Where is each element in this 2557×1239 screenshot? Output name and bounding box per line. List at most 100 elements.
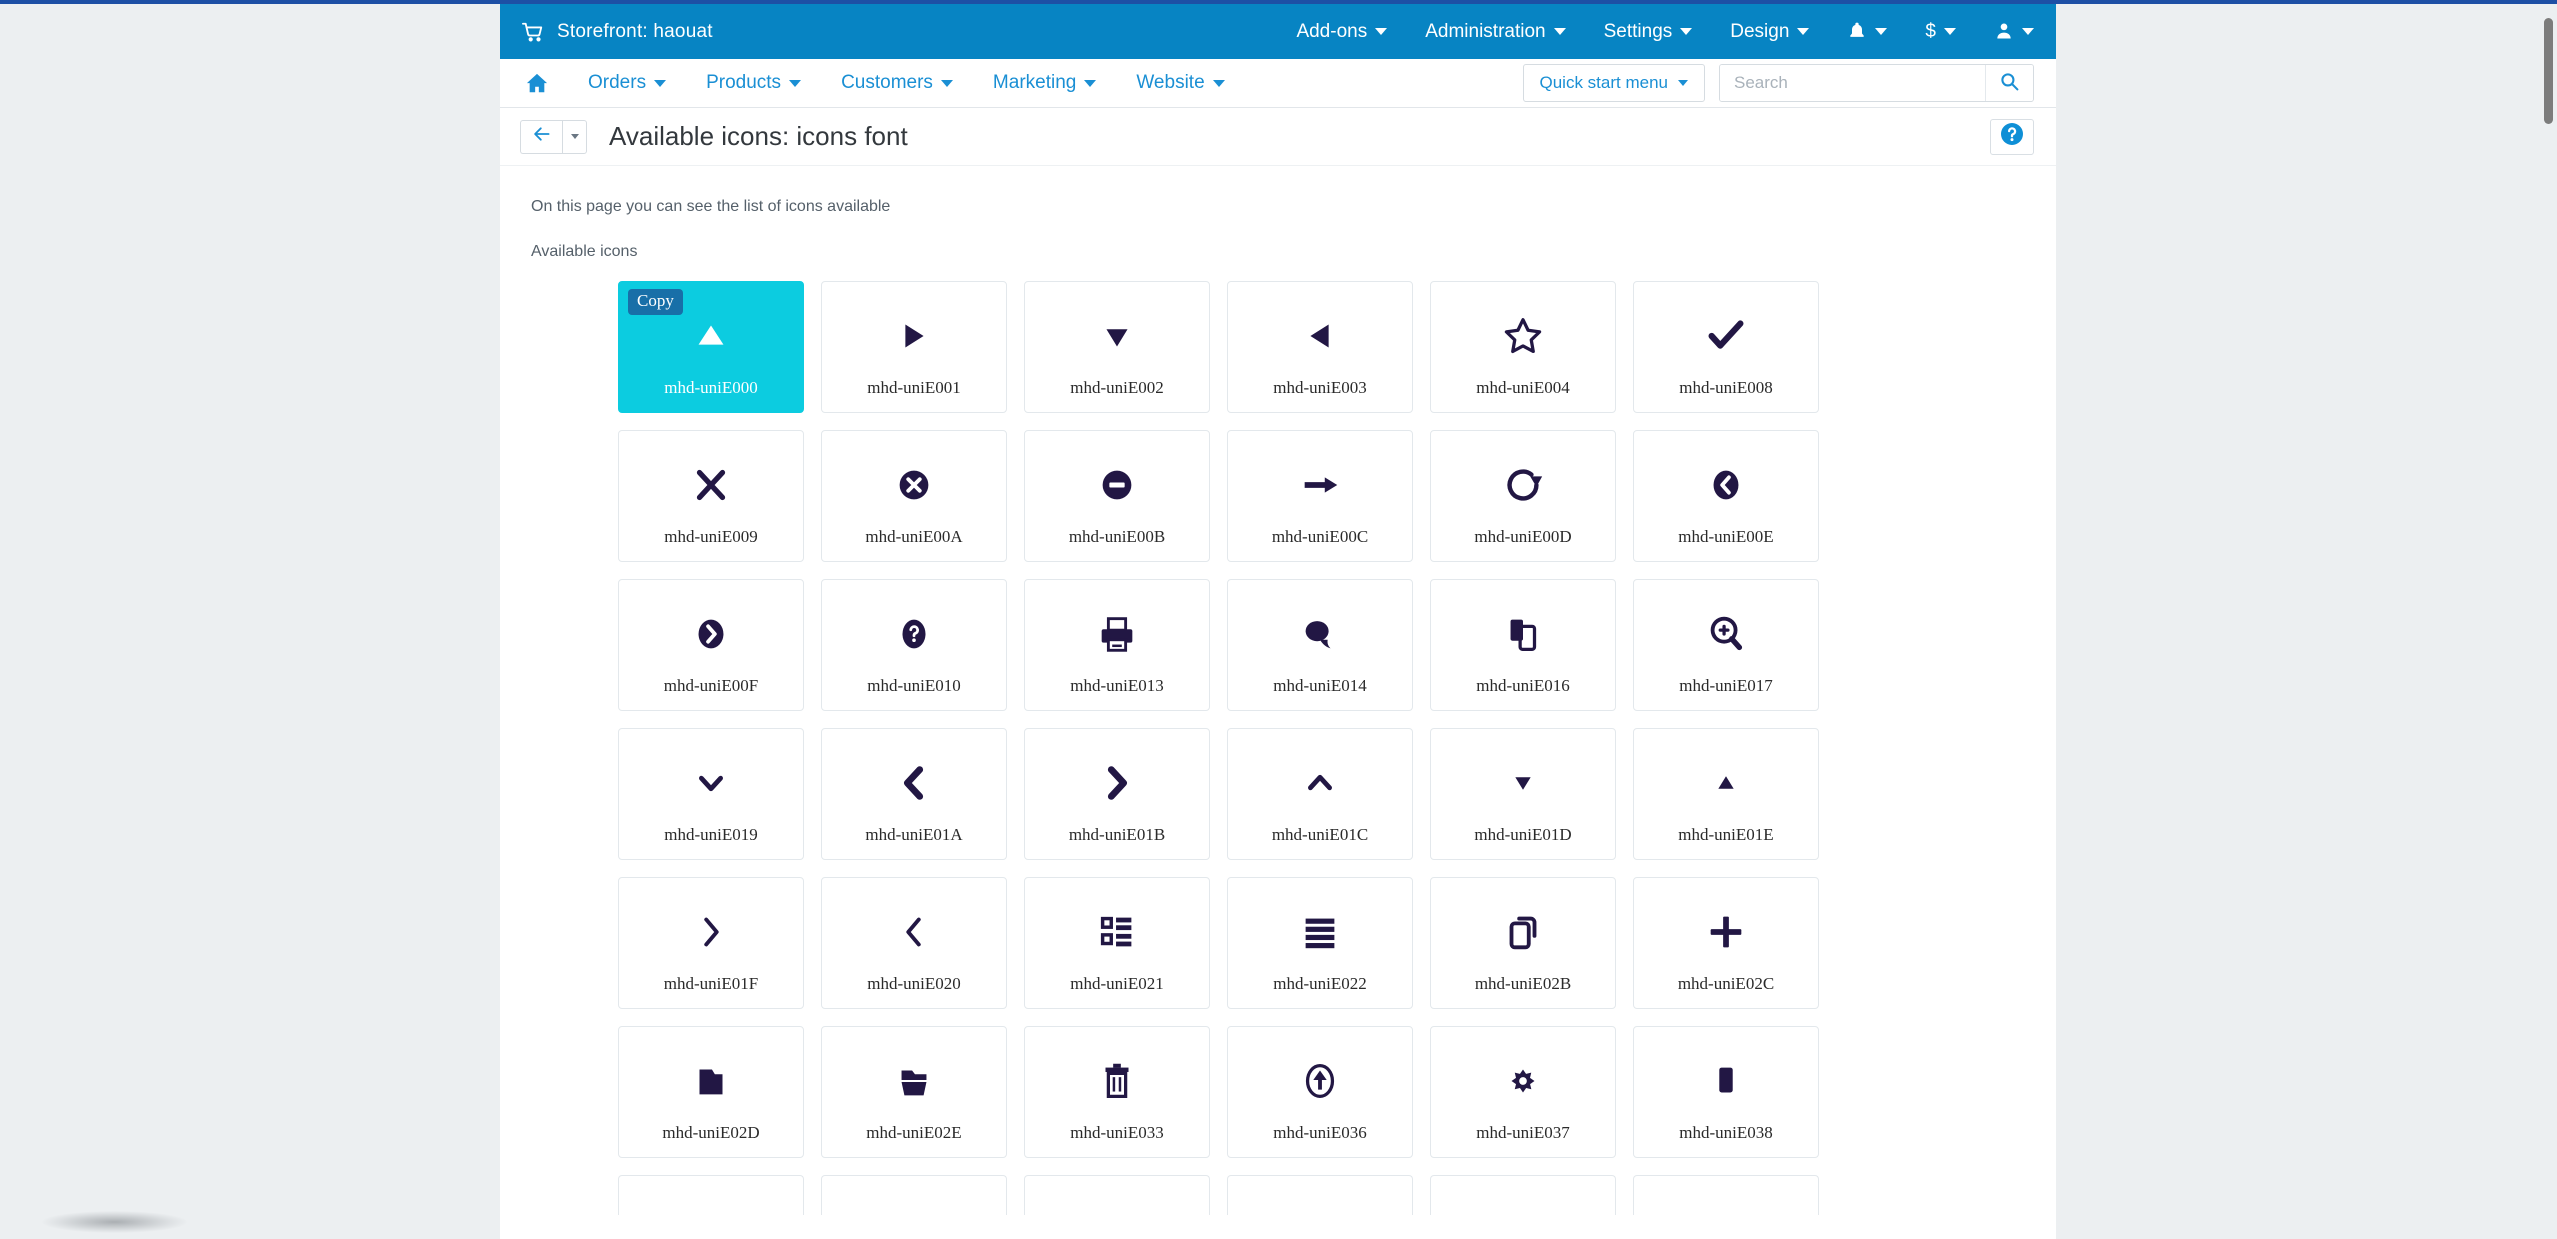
- icon-label: mhd-uniE002: [1070, 378, 1164, 397]
- topbar-menu-design-label: Design: [1730, 20, 1790, 42]
- icon-label: mhd-uniE019: [664, 825, 758, 844]
- icon-cell-mhd-uniE014[interactable]: mhd-uniE014: [1227, 579, 1413, 711]
- icon-cell-mhd-uniE01C[interactable]: mhd-uniE01C: [1227, 728, 1413, 860]
- icon-cell-mhd-uniE022[interactable]: mhd-uniE022: [1227, 877, 1413, 1009]
- icon-cell-mhd-uniE001[interactable]: mhd-uniE001: [821, 281, 1007, 413]
- icon-cell-mhd-uniE021[interactable]: mhd-uniE021: [1024, 877, 1210, 1009]
- currency-menu[interactable]: $: [1925, 21, 1956, 43]
- back-dropdown-button[interactable]: [562, 119, 587, 154]
- icon-cell-mhd-uniE033[interactable]: mhd-uniE033: [1024, 1026, 1210, 1158]
- icon-cell-mhd-uniE01E[interactable]: mhd-uniE01E: [1633, 728, 1819, 860]
- icon-cell-mhd-uniE019[interactable]: mhd-uniE019: [618, 728, 804, 860]
- topbar-menu-administration-label: Administration: [1425, 20, 1546, 42]
- icon-cell-mhd-uniE02C[interactable]: mhd-uniE02C: [1633, 877, 1819, 1009]
- icon-cell-mhd-uniE004[interactable]: mhd-uniE004: [1430, 281, 1616, 413]
- chevron-up-icon: [1228, 757, 1412, 809]
- icon-cell-mhd-uniE00D[interactable]: mhd-uniE00D: [1430, 430, 1616, 562]
- icon-cell-mhd-uniE01D[interactable]: mhd-uniE01D: [1430, 728, 1616, 860]
- icon-cell-mhd-uniE003[interactable]: mhd-uniE003: [1227, 281, 1413, 413]
- nav-item-website[interactable]: Website: [1136, 72, 1225, 94]
- icon-cell-mhd-uniE020[interactable]: mhd-uniE020: [821, 877, 1007, 1009]
- icon-cell-mhd-uniE013[interactable]: mhd-uniE013: [1024, 579, 1210, 711]
- icon-cell-mhd-uniE008[interactable]: mhd-uniE008: [1633, 281, 1819, 413]
- bell-icon: [1847, 21, 1867, 43]
- icon-cell-mhd-uniE00F[interactable]: mhd-uniE00F: [618, 579, 804, 711]
- user-account-menu[interactable]: [1994, 21, 2034, 43]
- icon-label: mhd-uniE01E: [1678, 825, 1774, 844]
- icon-cell-mhd-uniE00E[interactable]: mhd-uniE00E: [1633, 430, 1819, 562]
- chevron-down-icon: [1212, 79, 1225, 87]
- nav-item-customers[interactable]: Customers: [841, 72, 953, 94]
- nav-item-products-label: Products: [706, 72, 782, 93]
- copy-pages-icon: [1431, 608, 1615, 660]
- icon-cell-mhd-uniE037[interactable]: mhd-uniE037: [1430, 1026, 1616, 1158]
- topbar-menu-addons[interactable]: Add-ons: [1296, 20, 1388, 43]
- help-button[interactable]: [1990, 118, 2034, 155]
- nav-item-orders[interactable]: Orders: [588, 72, 667, 94]
- chevron-down-icon: [1680, 28, 1693, 35]
- star-outline-icon: [1431, 310, 1615, 362]
- home-icon[interactable]: [526, 73, 548, 93]
- icon-label: mhd-uniE001: [867, 378, 961, 397]
- nav-item-marketing[interactable]: Marketing: [993, 72, 1097, 94]
- icon-cell[interactable]: [1227, 1175, 1413, 1215]
- gear-icon: [1431, 1055, 1615, 1107]
- chevron-down-icon: [1875, 28, 1888, 35]
- icon-cell[interactable]: [1024, 1175, 1210, 1215]
- icon-cell-mhd-uniE02D[interactable]: mhd-uniE02D: [618, 1026, 804, 1158]
- icon-cell-mhd-uniE009[interactable]: mhd-uniE009: [618, 430, 804, 562]
- zoom-in-icon: [1634, 608, 1818, 660]
- topbar-menu-settings[interactable]: Settings: [1604, 21, 1693, 43]
- icon-label: mhd-uniE036: [1273, 1123, 1367, 1142]
- search-button[interactable]: [1985, 65, 2033, 101]
- topbar-menu-design[interactable]: Design: [1730, 20, 1810, 43]
- icon-grid: Copy mhd-uniE000 mhd-uniE001 mhd-uniE002 mhd…: [528, 281, 2016, 1158]
- page-title: Available icons: icons font: [609, 121, 908, 151]
- currency-label: $: [1925, 20, 1936, 42]
- icon-cell-mhd-uniE01F[interactable]: mhd-uniE01F: [618, 877, 804, 1009]
- icon-label: mhd-uniE00A: [865, 527, 963, 546]
- icon-cell[interactable]: [1430, 1175, 1616, 1215]
- topbar-menu-administration[interactable]: Administration: [1425, 20, 1566, 43]
- folder-open-icon: [822, 1055, 1006, 1107]
- nav-item-website-label: Website: [1136, 72, 1205, 93]
- storefront-link[interactable]: Storefront: haouat: [522, 21, 713, 43]
- search-input[interactable]: [1720, 65, 1985, 101]
- quick-start-menu-button[interactable]: Quick start menu: [1522, 64, 1705, 102]
- icon-label: mhd-uniE00E: [1678, 527, 1774, 546]
- icon-cell-mhd-uniE000[interactable]: Copy mhd-uniE000: [618, 281, 804, 413]
- icon-cell[interactable]: [618, 1175, 804, 1215]
- icon-cell-mhd-uniE02B[interactable]: mhd-uniE02B: [1430, 877, 1616, 1009]
- notifications-menu[interactable]: [1847, 21, 1888, 43]
- topbar-menu-addons-label: Add-ons: [1296, 20, 1368, 42]
- icon-cell-mhd-uniE016[interactable]: mhd-uniE016: [1430, 579, 1616, 711]
- section-label: Available icons: [531, 243, 638, 260]
- icon-label: mhd-uniE00B: [1068, 527, 1166, 546]
- vertical-scrollbar[interactable]: [2039, 8, 2052, 1239]
- back-button[interactable]: [520, 119, 562, 154]
- icon-label: mhd-uniE02C: [1677, 974, 1775, 993]
- icon-cell-mhd-uniE02E[interactable]: mhd-uniE02E: [821, 1026, 1007, 1158]
- icon-cell-mhd-uniE00B[interactable]: mhd-uniE00B: [1024, 430, 1210, 562]
- chevron-down-icon: [940, 79, 953, 87]
- plus-icon: [1634, 906, 1818, 958]
- icon-cell-mhd-uniE010[interactable]: mhd-uniE010: [821, 579, 1007, 711]
- icon-cell[interactable]: [1633, 1175, 1819, 1215]
- icon-cell-mhd-uniE036[interactable]: mhd-uniE036: [1227, 1026, 1413, 1158]
- icon-cell-mhd-uniE017[interactable]: mhd-uniE017: [1633, 579, 1819, 711]
- icon-cell-mhd-uniE00C[interactable]: mhd-uniE00C: [1227, 430, 1413, 562]
- vertical-scrollbar-thumb[interactable]: [2544, 18, 2553, 124]
- close-x-icon: [619, 459, 803, 511]
- icon-cell-mhd-uniE038[interactable]: mhd-uniE038: [1633, 1026, 1819, 1158]
- icon-label: mhd-uniE01B: [1068, 825, 1166, 844]
- icon-cell-mhd-uniE00A[interactable]: mhd-uniE00A: [821, 430, 1007, 562]
- icon-cell-mhd-uniE01B[interactable]: mhd-uniE01B: [1024, 728, 1210, 860]
- icon-label: mhd-uniE013: [1070, 676, 1164, 695]
- minus-circle-icon: [1025, 459, 1209, 511]
- icon-cell-mhd-uniE01A[interactable]: mhd-uniE01A: [821, 728, 1007, 860]
- icon-cell[interactable]: [821, 1175, 1007, 1215]
- nav-item-products[interactable]: Products: [706, 72, 802, 94]
- icon-label: mhd-uniE021: [1070, 974, 1164, 993]
- icon-cell-mhd-uniE002[interactable]: mhd-uniE002: [1024, 281, 1210, 413]
- icon-label: mhd-uniE00D: [1474, 527, 1572, 546]
